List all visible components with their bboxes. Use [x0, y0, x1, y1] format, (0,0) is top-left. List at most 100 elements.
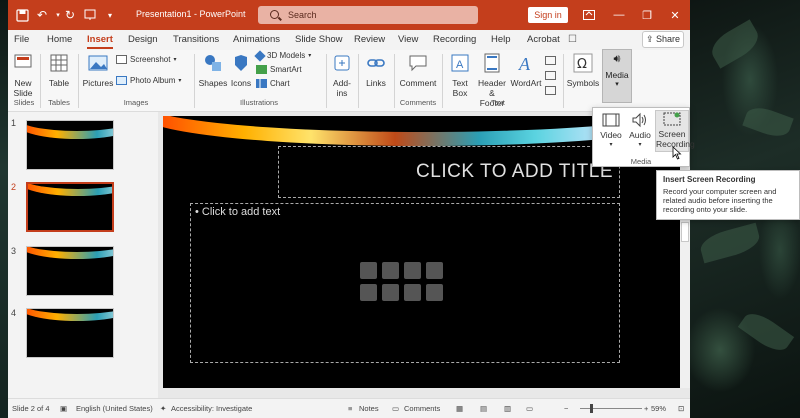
chart-button[interactable]: Chart	[256, 79, 290, 88]
close-button[interactable]: ✕	[662, 5, 688, 25]
icons-label: Icons	[230, 78, 252, 88]
group-text-label: Text	[491, 98, 505, 107]
redo-icon[interactable]: ↻	[62, 7, 78, 23]
sign-in-button[interactable]: Sign in	[528, 7, 568, 23]
tab-help[interactable]: Help	[491, 33, 511, 49]
insert-chart-icon[interactable]	[382, 262, 399, 279]
slide-show-icon[interactable]: ▭	[526, 404, 533, 413]
group-slides-label: Slides	[13, 98, 35, 107]
smartart-label: SmartArt	[270, 65, 302, 74]
ribbon-display-options-icon[interactable]	[576, 5, 602, 25]
normal-view-icon[interactable]: ▦	[456, 404, 463, 413]
title-placeholder[interactable]: CLICK TO ADD TITLE	[278, 146, 620, 198]
comments-icon: ▭	[392, 404, 400, 413]
smartart-button[interactable]: SmartArt	[256, 65, 302, 74]
comments-button[interactable]: Comments	[404, 404, 440, 413]
slide-number: 3	[11, 246, 17, 256]
minimize-button[interactable]: —	[606, 5, 632, 25]
insert-picture-icon[interactable]	[360, 284, 377, 301]
tab-insert[interactable]: Insert	[87, 33, 113, 49]
tab-recording[interactable]: Recording	[433, 33, 476, 49]
search-box[interactable]: Search	[258, 6, 478, 24]
video-button[interactable]: Video ▾	[597, 112, 625, 150]
tab-slide-show[interactable]: Slide Show	[295, 33, 343, 49]
tab-design[interactable]: Design	[128, 33, 158, 49]
slide-thumbnail-4[interactable]	[26, 308, 114, 358]
group-comments-label: Comments	[399, 98, 437, 107]
zoom-in-icon[interactable]: +	[644, 404, 648, 413]
comment-button[interactable]: Comment	[398, 52, 438, 88]
autosave-icon[interactable]	[14, 7, 30, 23]
search-placeholder: Search	[288, 10, 317, 20]
photo-album-icon	[116, 76, 127, 85]
restore-button[interactable]: ❐	[634, 5, 660, 25]
slide-thumbnail-1[interactable]	[26, 120, 114, 170]
insert-3d-model-icon[interactable]	[426, 262, 443, 279]
accessibility-status[interactable]: Accessibility: Investigate	[171, 404, 252, 413]
new-slide-button[interactable]: New Slide	[10, 52, 36, 98]
fit-slide-icon[interactable]: ⊡	[678, 404, 684, 413]
zoom-level[interactable]: 59%	[651, 404, 666, 413]
wordart-label: WordArt	[510, 78, 542, 88]
3d-models-label: 3D Models	[267, 51, 306, 60]
desktop-background-left	[0, 0, 8, 418]
insert-smartart-icon[interactable]	[404, 262, 421, 279]
insert-table-icon[interactable]	[360, 262, 377, 279]
icons-button[interactable]: Icons	[229, 52, 253, 88]
undo-icon[interactable]: ↶	[34, 7, 50, 23]
notes-button[interactable]: Notes	[359, 404, 379, 413]
pictures-button[interactable]: Pictures	[82, 52, 114, 88]
start-from-beginning-icon[interactable]	[82, 7, 98, 23]
slide-thumbnail-2[interactable]	[26, 182, 114, 232]
language-status[interactable]: English (United States)	[76, 404, 153, 413]
slide-thumbnail-3[interactable]	[26, 246, 114, 296]
comments-pane-icon[interactable]: ☐	[568, 34, 577, 45]
share-icon: ⇪	[645, 34, 656, 44]
zoom-slider[interactable]	[580, 404, 642, 413]
symbols-button[interactable]: Ω Symbols	[566, 52, 600, 88]
shapes-button[interactable]: Shapes	[198, 52, 228, 88]
smartart-icon	[256, 65, 267, 74]
audio-button[interactable]: Audio ▾	[627, 112, 653, 150]
customize-toolbar-icon[interactable]: ▾	[102, 7, 118, 23]
insert-icon-icon[interactable]	[426, 284, 443, 301]
tab-review[interactable]: Review	[354, 33, 385, 49]
screenshot-button[interactable]: Screenshot ▾	[116, 55, 176, 64]
wordart-button[interactable]: A WordArt	[509, 52, 543, 88]
chart-icon	[256, 79, 267, 88]
tab-acrobat[interactable]: Acrobat	[527, 33, 560, 49]
tooltip-body: Record your computer screen and related …	[663, 187, 777, 214]
share-button[interactable]: ⇪ Share	[642, 31, 684, 48]
text-box-button[interactable]: A Text Box	[446, 52, 474, 98]
tab-transitions[interactable]: Transitions	[173, 33, 219, 49]
text-box-icon: A	[451, 54, 469, 72]
date-time-icon[interactable]	[545, 56, 556, 65]
zoom-out-icon[interactable]: −	[564, 404, 568, 413]
tab-file[interactable]: File	[14, 33, 29, 49]
slide-number-icon[interactable]	[545, 71, 556, 80]
wordart-icon: A	[518, 54, 531, 74]
share-label: Share	[656, 34, 681, 44]
object-icon[interactable]	[545, 86, 556, 95]
group-images-label: Images	[123, 98, 149, 107]
photo-album-button[interactable]: Photo Album ▾	[116, 76, 181, 85]
add-ins-button[interactable]: Add- ins	[330, 52, 354, 98]
spelling-icon[interactable]: ▣	[60, 404, 67, 413]
scrollbar-thumb[interactable]	[681, 222, 689, 242]
links-button[interactable]: Links	[362, 52, 390, 88]
title-placeholder-text: CLICK TO ADD TITLE	[416, 161, 613, 182]
media-button[interactable]: 🔊︎ Media ▾	[602, 49, 632, 103]
insert-stock-images-icon[interactable]	[382, 284, 399, 301]
slide-sorter-icon[interactable]: ▤	[480, 404, 487, 413]
3d-models-button[interactable]: 3D Models ▾	[254, 49, 311, 62]
tab-animations[interactable]: Animations	[233, 33, 280, 49]
slide-number: 2	[11, 182, 17, 192]
search-icon	[270, 10, 279, 19]
insert-video-icon[interactable]	[404, 284, 421, 301]
table-button[interactable]: Table	[46, 52, 72, 88]
accessibility-icon: ✦	[160, 404, 167, 413]
tab-home[interactable]: Home	[47, 33, 72, 49]
shapes-label: Shapes	[198, 78, 228, 88]
tab-view[interactable]: View	[398, 33, 418, 49]
reading-view-icon[interactable]: ▥	[504, 404, 511, 413]
